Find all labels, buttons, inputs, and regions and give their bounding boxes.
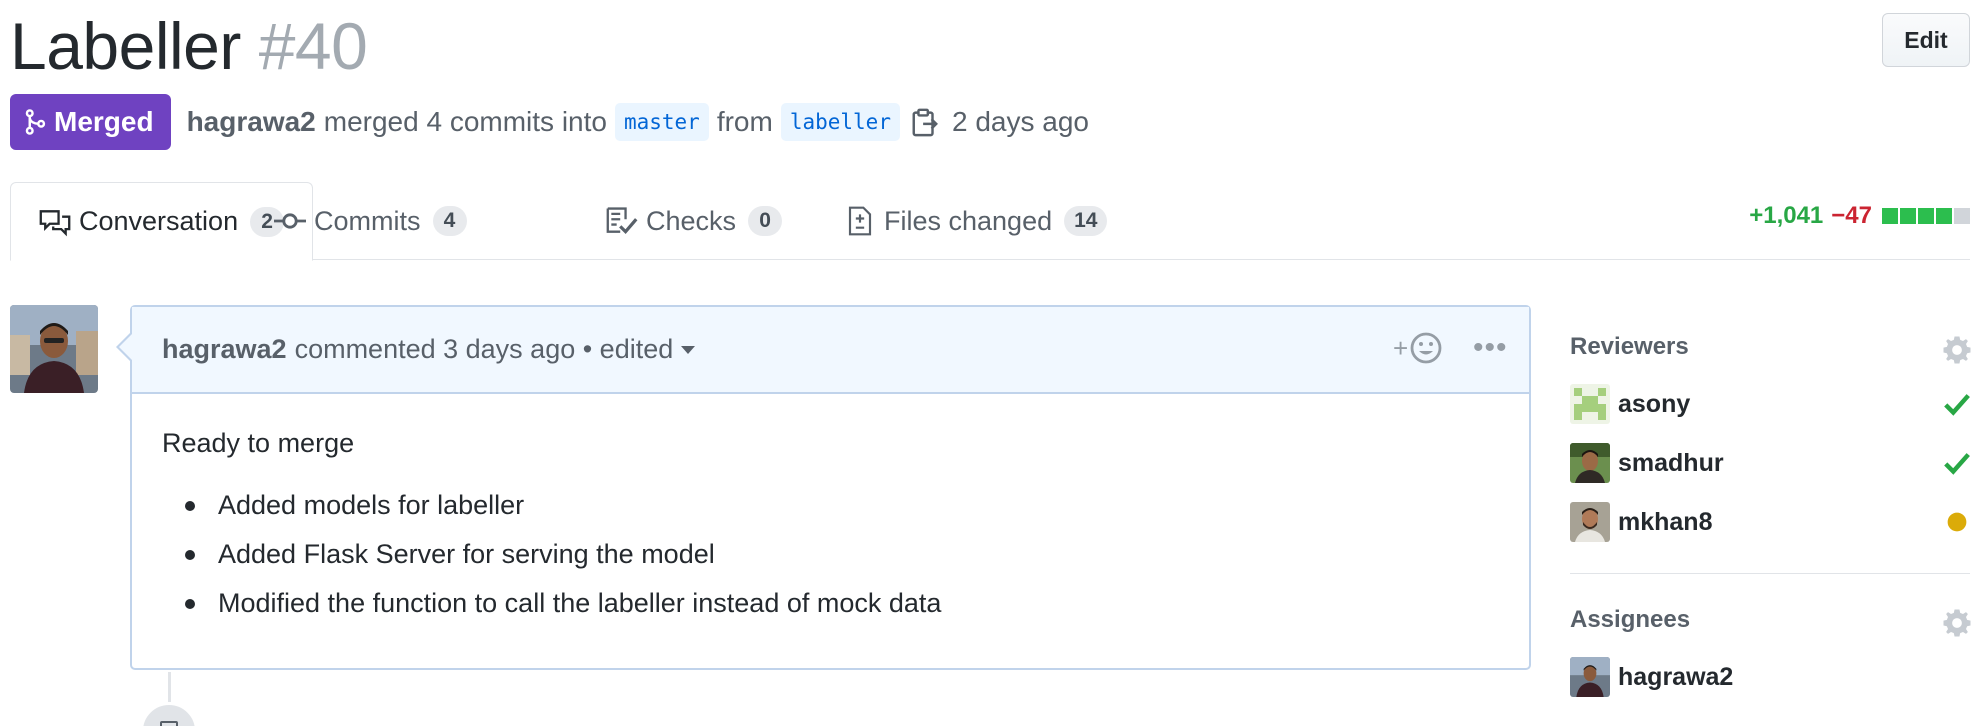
check-icon <box>1944 394 1970 416</box>
reviewer-name: asony <box>1618 389 1691 418</box>
reviewer-name: mkhan8 <box>1618 507 1713 536</box>
comment-discussion-icon <box>39 209 71 236</box>
tab-label: Files changed <box>884 205 1053 236</box>
assignee-hagrawa2[interactable]: hagrawa2 <box>1570 656 1733 698</box>
list-item: Added Flask Server for serving the model <box>162 530 1499 579</box>
avatar <box>1570 657 1610 697</box>
add-reaction-button[interactable]: + <box>1393 332 1442 364</box>
file-icon <box>160 721 178 726</box>
merge-text: merged 4 commits into <box>323 106 607 137</box>
comment-list: Added models for labeller Added Flask Se… <box>162 481 1499 628</box>
pr-meta: Merged hagrawa2 merged 4 commits into ma… <box>10 94 1089 150</box>
comment-author-avatar[interactable] <box>10 305 98 393</box>
avatar <box>1570 384 1610 424</box>
assignees-heading[interactable]: Assignees <box>1570 606 1690 634</box>
clippy-icon[interactable] <box>910 106 940 138</box>
pr-title-text: Labeller <box>10 9 241 83</box>
reviewer-smadhur[interactable]: smadhur <box>1570 442 1724 484</box>
avatar <box>1570 502 1610 542</box>
merged-label: Merged <box>54 106 154 137</box>
comment-box: hagrawa2 commented 3 days ago • edited +… <box>116 305 1531 670</box>
pr-number: #40 <box>258 9 368 83</box>
diffstat-block <box>1936 208 1952 224</box>
reviewer-mkhan8[interactable]: mkhan8 <box>1570 501 1712 543</box>
gear-icon[interactable] <box>1942 335 1972 365</box>
tab-label: Checks <box>646 205 737 236</box>
tab-counter: 0 <box>748 206 783 236</box>
comment-meta[interactable]: commented 3 days ago • edited <box>295 334 674 365</box>
tab-commits[interactable]: Commits 4 <box>274 182 467 260</box>
tab-counter: 14 <box>1064 206 1108 236</box>
tab-conversation[interactable]: Conversation 2 <box>10 182 314 261</box>
git-merge-icon <box>25 109 46 135</box>
timeline-line <box>168 672 171 702</box>
avatar <box>1570 443 1610 483</box>
comment-body: Ready to merge Added models for labeller… <box>132 394 1529 628</box>
base-branch[interactable]: master <box>614 103 709 141</box>
reviewers-heading[interactable]: Reviewers <box>1570 333 1689 361</box>
diffstat[interactable]: +1,041 −47 <box>1749 202 1970 230</box>
merged-badge: Merged <box>10 94 171 150</box>
diffstat-blocks <box>1882 208 1970 224</box>
assignee-name: hagrawa2 <box>1618 662 1734 691</box>
edit-button[interactable]: Edit <box>1882 13 1970 67</box>
chevron-down-icon[interactable] <box>681 345 696 354</box>
pending-dot-icon <box>1947 512 1967 532</box>
tab-counter: 4 <box>432 206 467 236</box>
tab-checks[interactable]: Checks 0 <box>606 182 783 260</box>
from-text: from <box>716 106 773 137</box>
tab-label: Commits <box>314 205 421 236</box>
kebab-horizontal-icon[interactable]: ••• <box>1473 331 1508 365</box>
check-icon <box>1944 453 1970 475</box>
comment-author-link[interactable]: hagrawa2 <box>162 334 287 365</box>
list-item: Modified the function to call the labell… <box>162 579 1499 628</box>
sidebar-divider <box>1570 573 1970 574</box>
gear-icon[interactable] <box>1942 608 1972 638</box>
diffstat-deletions: −47 <box>1831 202 1872 229</box>
file-diff-icon <box>848 206 872 236</box>
git-commit-icon <box>274 213 306 229</box>
reviewer-asony[interactable]: asony <box>1570 383 1690 425</box>
head-branch[interactable]: labeller <box>780 103 900 141</box>
diffstat-block <box>1954 208 1970 224</box>
diffstat-block <box>1918 208 1934 224</box>
checklist-icon <box>606 207 638 235</box>
smiley-icon <box>1410 332 1442 364</box>
reviewer-name: smadhur <box>1618 448 1724 477</box>
pr-title: Labeller #40 <box>10 8 368 84</box>
tab-label: Conversation <box>79 206 239 236</box>
diffstat-additions: +1,041 <box>1749 202 1824 229</box>
tab-files-changed[interactable]: Files changed 14 <box>844 182 1108 260</box>
timeline-badge <box>140 702 198 726</box>
diffstat-block <box>1900 208 1916 224</box>
reaction-plus: + <box>1393 332 1409 363</box>
merge-time: 2 days ago <box>951 106 1089 137</box>
diffstat-block <box>1882 208 1898 224</box>
merge-author-link[interactable]: hagrawa2 <box>187 106 316 138</box>
pr-tabs: Conversation 2 Commits 4 Checks 0 Files … <box>10 182 1970 261</box>
comment-header: hagrawa2 commented 3 days ago • edited +… <box>132 307 1529 394</box>
comment-intro: Ready to merge <box>162 428 355 458</box>
list-item: Added models for labeller <box>162 481 1499 530</box>
